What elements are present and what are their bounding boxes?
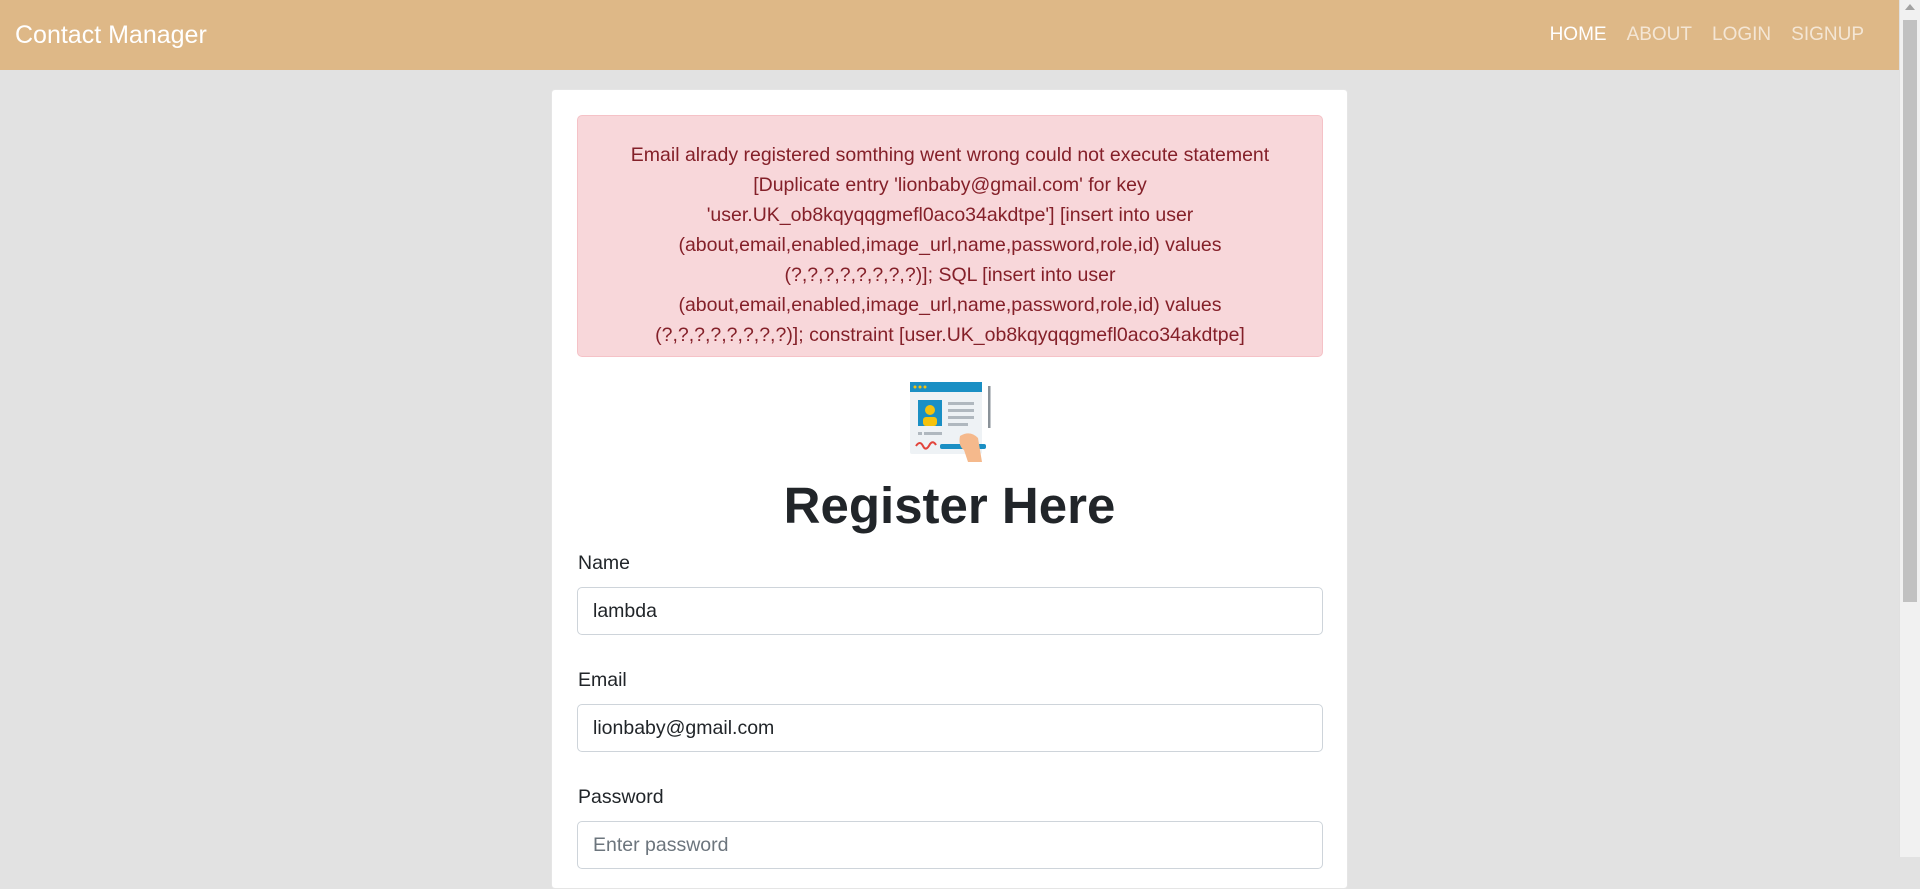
scroll-up-icon[interactable] [1905,4,1915,10]
nav-link-about[interactable]: ABOUT [1617,24,1702,46]
scroll-thumb[interactable] [1903,20,1917,602]
nav-link-signup[interactable]: SIGNUP [1781,24,1874,46]
brand-link[interactable]: Contact Manager [15,21,207,50]
register-card: Email alrady registered somthing went wr… [551,89,1348,889]
error-alert: Email alrady registered somthing went wr… [577,115,1323,357]
name-label: Name [578,552,631,574]
name-input[interactable] [577,587,1323,635]
email-label: Email [578,669,627,691]
nav-links: HOME ABOUT LOGIN SIGNUP [1540,24,1874,46]
nav-link-login[interactable]: LOGIN [1702,24,1781,46]
password-label: Password [578,786,664,808]
email-input[interactable] [577,704,1323,752]
page-title: Register Here [783,477,1116,534]
nav-link-home[interactable]: HOME [1540,24,1617,46]
password-input[interactable] [577,821,1323,869]
page-scrollbar[interactable] [1899,0,1920,857]
navbar: Contact Manager HOME ABOUT LOGIN SIGNUP [0,0,1899,70]
register-form-icon [910,382,991,462]
